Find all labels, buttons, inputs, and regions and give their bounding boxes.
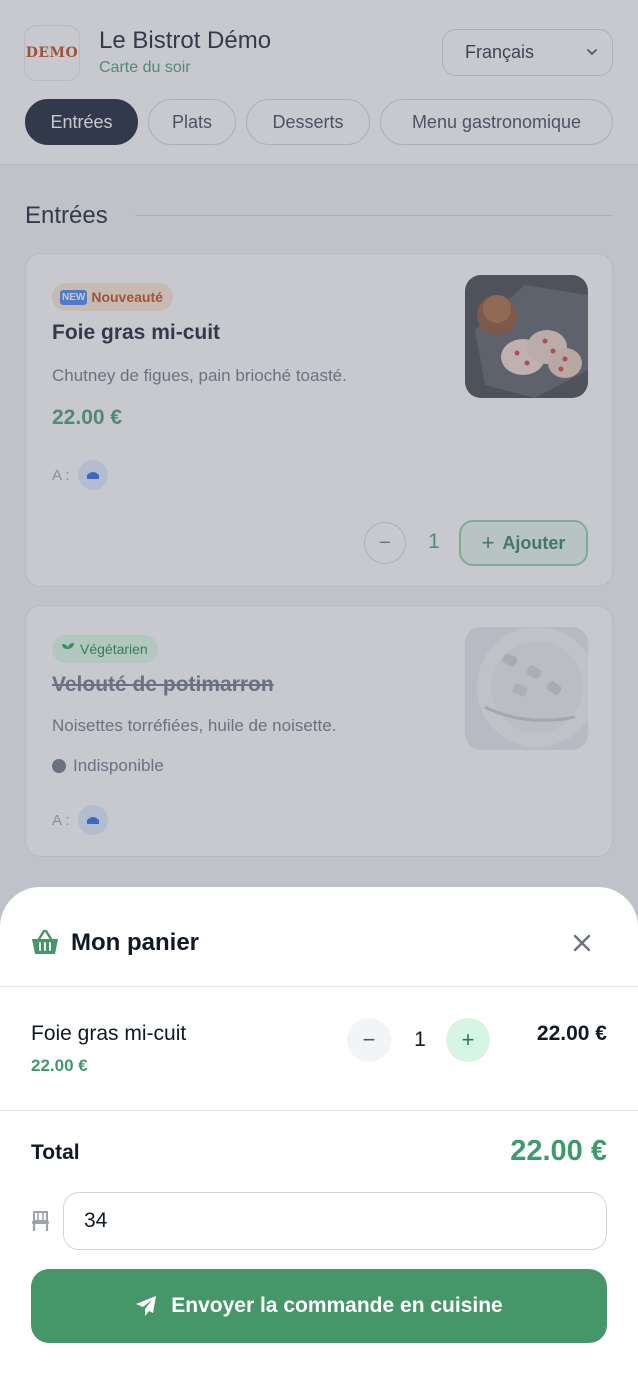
send-order-label: Envoyer la commande en cuisine bbox=[171, 1294, 503, 1317]
table-number-input[interactable] bbox=[63, 1192, 607, 1250]
total-value: 22.00 € bbox=[510, 1135, 607, 1167]
cart-header: Mon panier bbox=[0, 887, 638, 987]
basket-icon bbox=[32, 929, 58, 954]
cart-title: Mon panier bbox=[71, 929, 200, 956]
cart-item-unit-price: 22.00 € bbox=[31, 1056, 88, 1075]
send-order-button[interactable]: Envoyer la commande en cuisine bbox=[31, 1269, 607, 1343]
cart-item-total: 22.00 € bbox=[536, 1022, 607, 1045]
close-button[interactable] bbox=[568, 929, 596, 957]
cart-sheet: Mon panier Foie gras mi-cuit 22.00 € − 1… bbox=[0, 887, 638, 1376]
decrease-quantity-button[interactable]: − bbox=[347, 1018, 391, 1062]
paper-plane-icon bbox=[136, 1296, 157, 1316]
cart-item: Foie gras mi-cuit 22.00 € − 1 + 22.00 € bbox=[0, 987, 638, 1111]
total-label: Total bbox=[31, 1141, 80, 1164]
chair-icon bbox=[32, 1211, 49, 1231]
increase-quantity-button[interactable]: + bbox=[446, 1018, 490, 1062]
cart-item-name: Foie gras mi-cuit bbox=[31, 1022, 187, 1045]
close-icon bbox=[573, 934, 591, 952]
cart-item-quantity: 1 bbox=[414, 1028, 426, 1051]
